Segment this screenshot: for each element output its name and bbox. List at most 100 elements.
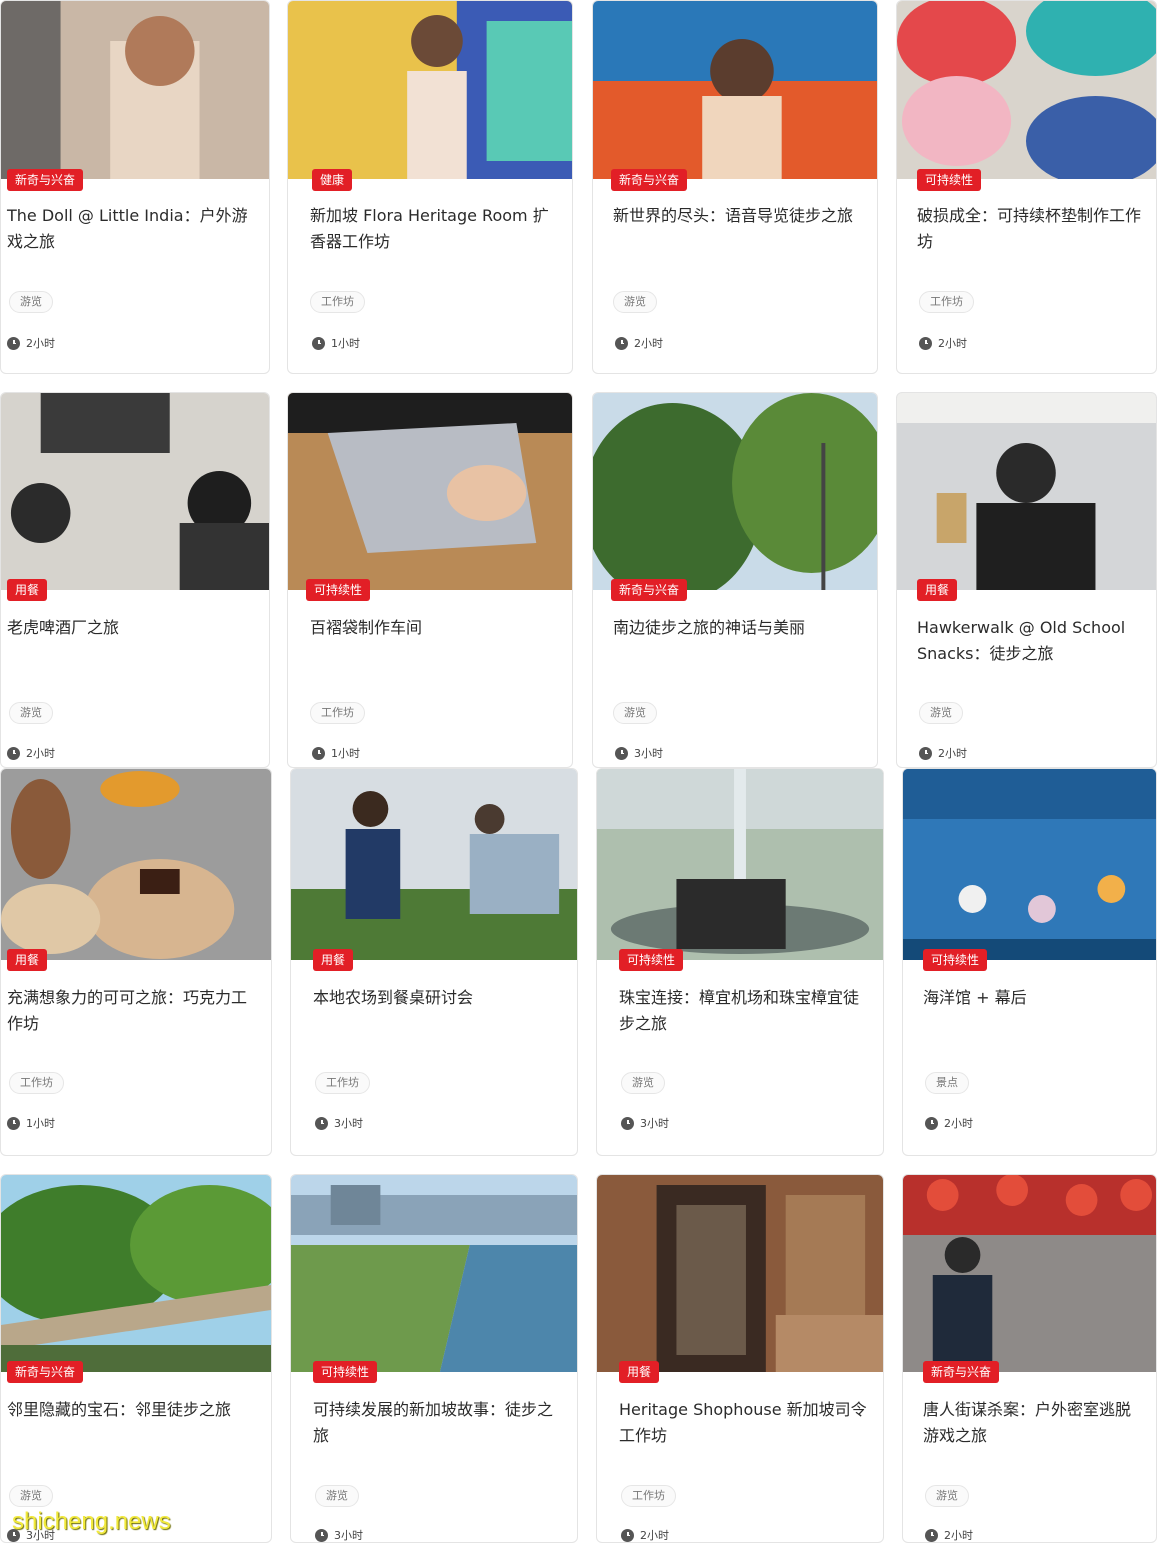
activity-card[interactable]: 新奇与兴奋 邻里隐藏的宝石：邻里徒步之旅 游览 3小时	[0, 1174, 272, 1543]
duration-text: 3小时	[640, 1117, 669, 1130]
activity-type-tag: 工作坊	[315, 1072, 370, 1094]
activity-image	[903, 1175, 1156, 1372]
duration: 3小时	[315, 1527, 363, 1542]
duration-text: 1小时	[331, 747, 360, 760]
clock-icon	[925, 1116, 938, 1130]
category-badge: 用餐	[7, 949, 48, 971]
category-badge: 新奇与兴奋	[611, 579, 688, 601]
activity-card[interactable]: 可持续性 可持续发展的新加坡故事：徒步之旅 游览 3小时	[290, 1174, 578, 1543]
duration: 1小时	[312, 745, 360, 761]
activity-card[interactable]: 用餐 老虎啤酒厂之旅 游览 2小时	[0, 392, 270, 768]
clock-icon	[315, 1528, 328, 1542]
activity-card[interactable]: 可持续性 珠宝连接：樟宜机场和珠宝樟宜徒步之旅 游览 3小时	[596, 768, 884, 1156]
clock-icon	[615, 336, 628, 350]
clock-icon	[621, 1116, 634, 1130]
activity-card[interactable]: 可持续性 破损成全：可持续杯垫制作工作坊 工作坊 2小时	[896, 0, 1157, 374]
activity-type-tag: 工作坊	[919, 291, 974, 313]
clock-icon	[312, 746, 325, 760]
duration: 1小时	[312, 335, 360, 351]
activity-card[interactable]: 可持续性 海洋馆 + 幕后 景点 2小时	[902, 768, 1157, 1156]
activity-type-tag: 工作坊	[621, 1485, 676, 1507]
activity-card[interactable]: 新奇与兴奋 新世界的尽头：语音导览徒步之旅 游览 2小时	[592, 0, 878, 374]
activity-title[interactable]: 老虎啤酒厂之旅	[7, 615, 259, 641]
clock-icon	[615, 746, 628, 760]
activity-image	[288, 1, 572, 179]
activity-title[interactable]: 可持续发展的新加坡故事：徒步之旅	[313, 1397, 567, 1449]
activity-image	[288, 393, 572, 590]
activity-type-tag: 游览	[613, 702, 657, 724]
activity-title[interactable]: 百褶袋制作车间	[310, 615, 562, 641]
clock-icon	[919, 746, 932, 760]
activity-title[interactable]: 海洋馆 + 幕后	[923, 985, 1146, 1011]
activity-card[interactable]: 新奇与兴奋 唐人街谋杀案：户外密室逃脱游戏之旅 游览 2小时	[902, 1174, 1157, 1543]
activity-image	[1, 393, 269, 590]
activity-image	[897, 393, 1156, 590]
duration: 2小时	[925, 1527, 973, 1542]
activity-title[interactable]: 唐人街谋杀案：户外密室逃脱游戏之旅	[923, 1397, 1146, 1449]
activity-type-tag: 游览	[919, 702, 963, 724]
activity-title[interactable]: The Doll @ Little India：户外游戏之旅	[7, 203, 259, 255]
clock-icon	[919, 336, 932, 350]
duration-text: 1小时	[26, 1117, 55, 1130]
duration-text: 2小时	[938, 747, 967, 760]
category-badge: 新奇与兴奋	[923, 1361, 1000, 1383]
activity-card[interactable]: 用餐 Heritage Shophouse 新加坡司令工作坊 工作坊 2小时	[596, 1174, 884, 1543]
category-badge: 健康	[312, 169, 353, 191]
category-badge: 可持续性	[619, 949, 684, 971]
activity-image	[291, 769, 577, 960]
activity-image	[291, 1175, 577, 1372]
clock-icon	[925, 1528, 938, 1542]
duration: 3小时	[621, 1115, 669, 1131]
activity-image	[593, 1, 877, 179]
duration: 2小时	[621, 1527, 669, 1542]
clock-icon	[7, 336, 20, 350]
category-badge: 用餐	[7, 579, 48, 601]
category-badge: 可持续性	[313, 1361, 378, 1383]
activity-image	[593, 393, 877, 590]
activity-image	[597, 769, 883, 960]
activity-title[interactable]: 南边徒步之旅的神话与美丽	[613, 615, 867, 641]
duration: 2小时	[7, 745, 55, 761]
activity-type-tag: 游览	[925, 1485, 969, 1507]
clock-icon	[7, 746, 20, 760]
activity-card[interactable]: 新奇与兴奋 The Doll @ Little India：户外游戏之旅 游览 …	[0, 0, 270, 374]
activity-image	[897, 1, 1156, 179]
duration: 2小时	[919, 745, 967, 761]
activity-type-tag: 游览	[621, 1072, 665, 1094]
duration-text: 2小时	[634, 337, 663, 350]
activity-card[interactable]: 用餐 Hawkerwalk @ Old School Snacks：徒步之旅 游…	[896, 392, 1157, 768]
activity-title[interactable]: Hawkerwalk @ Old School Snacks：徒步之旅	[917, 615, 1146, 667]
activity-card[interactable]: 新奇与兴奋 南边徒步之旅的神话与美丽 游览 3小时	[592, 392, 878, 768]
duration-text: 2小时	[944, 1117, 973, 1130]
activity-card[interactable]: 健康 新加坡 Flora Heritage Room 扩香器工作坊 工作坊 1小…	[287, 0, 573, 374]
category-badge: 用餐	[917, 579, 958, 601]
activity-title[interactable]: 充满想象力的可可之旅：巧克力工作坊	[7, 985, 261, 1037]
duration-text: 2小时	[938, 337, 967, 350]
activity-title[interactable]: 本地农场到餐桌研讨会	[313, 985, 567, 1011]
activity-title[interactable]: 新世界的尽头：语音导览徒步之旅	[613, 203, 867, 229]
duration-text: 2小时	[640, 1529, 669, 1542]
activity-image	[903, 769, 1156, 960]
activity-image	[597, 1175, 883, 1372]
activity-type-tag: 游览	[9, 702, 53, 724]
activity-title[interactable]: 新加坡 Flora Heritage Room 扩香器工作坊	[310, 203, 562, 255]
activity-type-tag: 工作坊	[310, 702, 365, 724]
watermark: shicheng.news	[12, 1508, 171, 1535]
activity-type-tag: 景点	[925, 1072, 969, 1094]
clock-icon	[312, 336, 325, 350]
clock-icon	[315, 1116, 328, 1130]
activity-title[interactable]: Heritage Shophouse 新加坡司令工作坊	[619, 1397, 873, 1449]
category-badge: 可持续性	[306, 579, 371, 601]
activity-card[interactable]: 用餐 本地农场到餐桌研讨会 工作坊 3小时	[290, 768, 578, 1156]
activity-card[interactable]: 可持续性 百褶袋制作车间 工作坊 1小时	[287, 392, 573, 768]
activity-title[interactable]: 破损成全：可持续杯垫制作工作坊	[917, 203, 1146, 255]
activity-card[interactable]: 用餐 充满想象力的可可之旅：巧克力工作坊 工作坊 1小时	[0, 768, 272, 1156]
activity-type-tag: 游览	[315, 1485, 359, 1507]
duration: 3小时	[315, 1115, 363, 1131]
activity-title[interactable]: 邻里隐藏的宝石：邻里徒步之旅	[7, 1397, 261, 1423]
activity-type-tag: 游览	[613, 291, 657, 313]
duration: 2小时	[7, 335, 55, 351]
activity-title[interactable]: 珠宝连接：樟宜机场和珠宝樟宜徒步之旅	[619, 985, 873, 1037]
clock-icon	[621, 1528, 634, 1542]
category-badge: 可持续性	[923, 949, 988, 971]
